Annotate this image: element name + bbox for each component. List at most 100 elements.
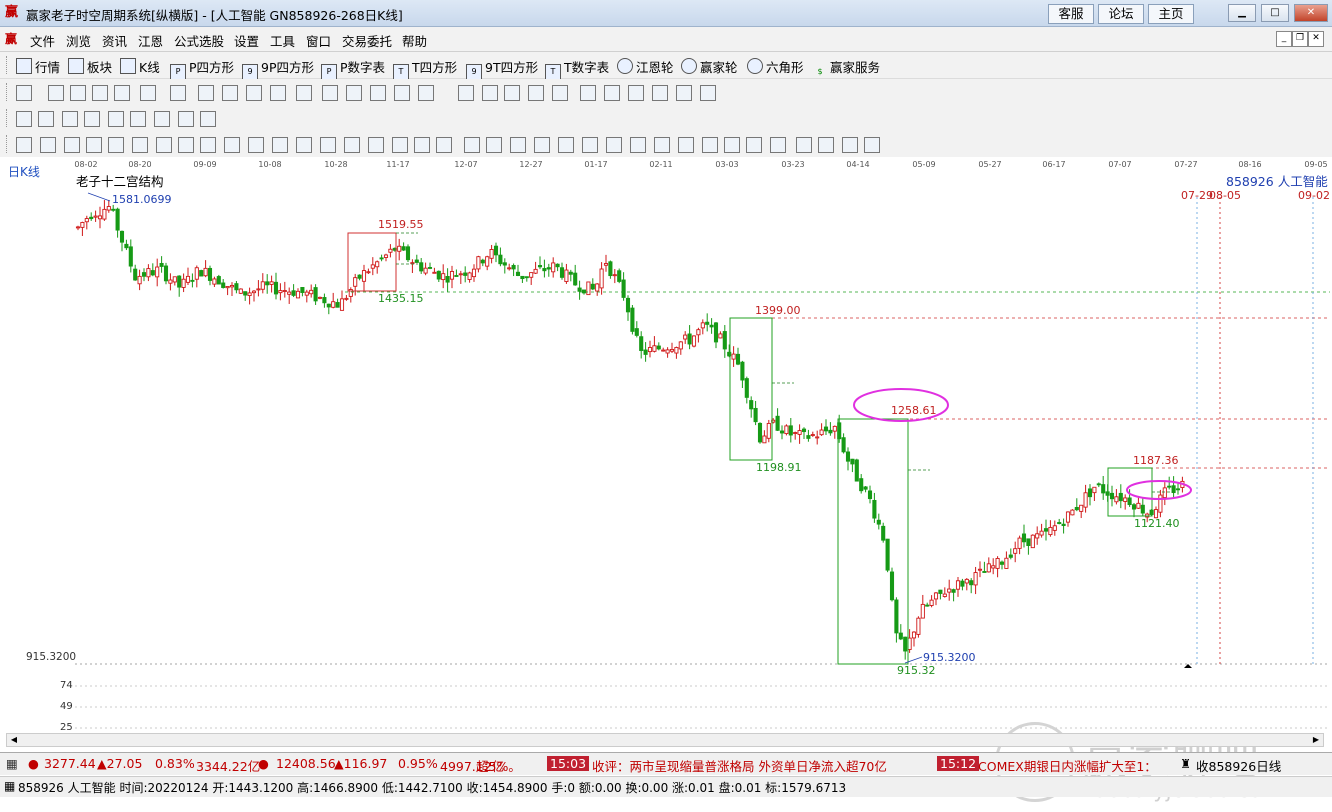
tool-button-icon[interactable] xyxy=(558,137,574,153)
tool-button-icon[interactable] xyxy=(796,137,812,153)
tool-button-icon[interactable] xyxy=(62,111,78,127)
tool-button-icon[interactable] xyxy=(842,137,858,153)
menu-settings[interactable]: 设置 xyxy=(234,31,259,50)
sector-button[interactable]: 板块 xyxy=(68,57,112,76)
sz-index-value[interactable]: 12408.56 xyxy=(276,756,336,771)
mdi-restore-button[interactable]: ❐ xyxy=(1292,31,1308,47)
tn-table-button[interactable]: T T数字表 xyxy=(545,57,609,80)
menu-window[interactable]: 窗口 xyxy=(306,31,331,50)
news-tail[interactable]: 超5%。 xyxy=(476,756,521,775)
tool-button-icon[interactable] xyxy=(394,85,410,101)
tool-button-icon[interactable] xyxy=(582,137,598,153)
tool-button-icon[interactable] xyxy=(132,137,148,153)
tool-button-icon[interactable] xyxy=(510,137,526,153)
tool-button-icon[interactable] xyxy=(200,111,216,127)
tool-button-icon[interactable] xyxy=(482,85,498,101)
sh-index-value[interactable]: 3277.44 xyxy=(44,756,96,771)
tool-button-icon[interactable] xyxy=(248,137,264,153)
scroll-right-button[interactable]: ▶ xyxy=(1309,734,1323,746)
tool-button-icon[interactable] xyxy=(296,85,312,101)
pn-table-button[interactable]: P P数字表 xyxy=(321,57,385,80)
horizontal-scrollbar[interactable]: ◀ ▶ xyxy=(6,733,1324,747)
mdi-close-button[interactable]: ✕ xyxy=(1308,31,1324,47)
tool-button-icon[interactable] xyxy=(170,85,186,101)
tool-button-icon[interactable] xyxy=(84,111,100,127)
homepage-link[interactable]: 主页 xyxy=(1148,4,1194,24)
tool-button-icon[interactable] xyxy=(130,111,146,127)
tool-button-icon[interactable] xyxy=(70,85,86,101)
tool-button-icon[interactable] xyxy=(108,111,124,127)
tool-button-icon[interactable] xyxy=(630,137,646,153)
tool-button-icon[interactable] xyxy=(16,85,32,101)
tool-button-icon[interactable] xyxy=(654,137,670,153)
tool-button-icon[interactable] xyxy=(528,85,544,101)
tool-button-icon[interactable] xyxy=(64,137,80,153)
scroll-left-button[interactable]: ◀ xyxy=(7,734,21,746)
tool-button-icon[interactable] xyxy=(154,111,170,127)
tool-button-icon[interactable] xyxy=(652,85,668,101)
tool-button-icon[interactable] xyxy=(156,137,172,153)
tool-button-icon[interactable] xyxy=(224,137,240,153)
tool-button-icon[interactable] xyxy=(346,85,362,101)
tool-button-icon[interactable] xyxy=(504,85,520,101)
tool-button-icon[interactable] xyxy=(178,111,194,127)
tool-button-icon[interactable] xyxy=(92,85,108,101)
tool-button-icon[interactable] xyxy=(40,137,56,153)
tool-button-icon[interactable] xyxy=(458,85,474,101)
customer-service-link[interactable]: 客服 xyxy=(1048,4,1094,24)
tool-button-icon[interactable] xyxy=(604,85,620,101)
tool-button-icon[interactable] xyxy=(700,85,716,101)
menu-file[interactable]: 文件 xyxy=(30,31,55,50)
tool-button-icon[interactable] xyxy=(16,137,32,153)
tool-button-icon[interactable] xyxy=(552,85,568,101)
tool-button-icon[interactable] xyxy=(464,137,480,153)
hexagon-button[interactable]: 六角形 xyxy=(747,57,804,76)
tool-button-icon[interactable] xyxy=(344,137,360,153)
menu-formula[interactable]: 公式选股 xyxy=(174,31,224,50)
t-square-button[interactable]: T T四方形 xyxy=(393,57,457,80)
news2-text[interactable]: COMEX期银日内涨幅扩大至1： xyxy=(978,756,1157,775)
kline-svg[interactable]: 08-02 08-20 09-09 10-08 10-28 11-17 12-07 12-27… xyxy=(0,157,1332,747)
close-button[interactable]: ✕ xyxy=(1294,4,1328,22)
tool-button-icon[interactable] xyxy=(702,137,718,153)
tool-button-icon[interactable] xyxy=(628,85,644,101)
tool-button-icon[interactable] xyxy=(114,85,130,101)
tool-button-icon[interactable] xyxy=(296,137,312,153)
9t-square-button[interactable]: 9 9T四方形 xyxy=(466,57,538,80)
winner-service-button[interactable]: $ 赢家服务 xyxy=(813,57,880,79)
tool-button-icon[interactable] xyxy=(86,137,102,153)
menu-tools[interactable]: 工具 xyxy=(270,31,295,50)
menu-browse[interactable]: 浏览 xyxy=(66,31,91,50)
tool-button-icon[interactable] xyxy=(392,137,408,153)
winner-wheel-button[interactable]: 赢家轮 xyxy=(681,57,738,76)
tool-button-icon[interactable] xyxy=(746,137,762,153)
tool-button-icon[interactable] xyxy=(38,111,54,127)
tool-button-icon[interactable] xyxy=(368,137,384,153)
tool-button-icon[interactable] xyxy=(864,137,880,153)
gann-wheel-button[interactable]: 江恩轮 xyxy=(617,57,674,76)
tool-button-icon[interactable] xyxy=(108,137,124,153)
tool-button-icon[interactable] xyxy=(48,85,64,101)
tool-button-icon[interactable] xyxy=(200,137,216,153)
kline-chart[interactable]: 08-02 08-20 09-09 10-08 10-28 11-17 12-07 12-27… xyxy=(0,157,1332,802)
tool-button-icon[interactable] xyxy=(322,85,338,101)
tool-button-icon[interactable] xyxy=(676,85,692,101)
menu-gann[interactable]: 江恩 xyxy=(138,31,163,50)
tool-button-icon[interactable] xyxy=(770,137,786,153)
tool-button-icon[interactable] xyxy=(436,137,452,153)
9p-square-button[interactable]: 9 9P四方形 xyxy=(242,57,314,80)
tool-button-icon[interactable] xyxy=(580,85,596,101)
menu-help[interactable]: 帮助 xyxy=(402,31,427,50)
tool-button-icon[interactable] xyxy=(414,137,430,153)
tool-button-icon[interactable] xyxy=(270,85,286,101)
forum-link[interactable]: 论坛 xyxy=(1098,4,1144,24)
news1-text[interactable]: 收评：两市呈现缩量普涨格局 外资单日净流入超70亿 xyxy=(592,756,887,775)
tool-button-icon[interactable] xyxy=(724,137,740,153)
mdi-minimize-button[interactable]: _ xyxy=(1276,31,1292,47)
tool-button-icon[interactable] xyxy=(486,137,502,153)
tool-button-icon[interactable] xyxy=(246,85,262,101)
tool-button-icon[interactable] xyxy=(418,85,434,101)
tool-button-icon[interactable] xyxy=(16,111,32,127)
tool-button-icon[interactable] xyxy=(320,137,336,153)
tool-button-icon[interactable] xyxy=(140,85,156,101)
